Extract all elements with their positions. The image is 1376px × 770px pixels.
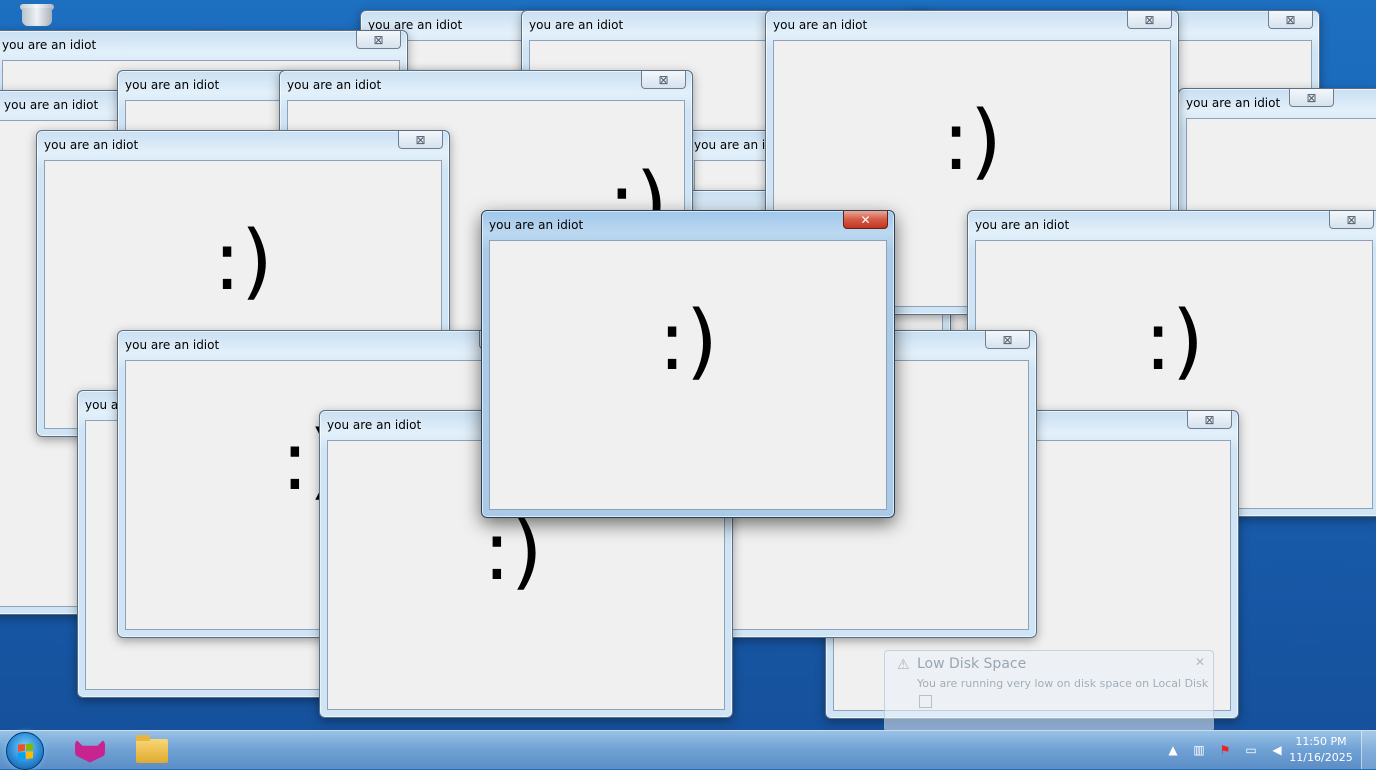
window-title: you are an idiot: [1186, 96, 1281, 110]
show-desktop-button[interactable]: [1361, 731, 1376, 769]
taskbar: ▲ ▥ ⚑ ▭ ◀ 11:50 PM 11/16/2025: [0, 730, 1376, 770]
warning-icon: ⚠: [897, 657, 910, 673]
folder-icon: [136, 734, 168, 763]
network-icon[interactable]: ▥: [1191, 742, 1207, 758]
close-icon[interactable]: ⊠: [356, 31, 401, 49]
close-icon[interactable]: ✕: [843, 211, 888, 229]
window-title: you are an idiot: [4, 98, 99, 112]
window-title: you are an idiot: [125, 78, 220, 92]
fox-app-icon: [75, 738, 105, 763]
smiley-face: :): [213, 214, 273, 309]
desktop: you are an idiot ⊠ you are an idiot ⊠ yo…: [0, 0, 1376, 730]
close-icon[interactable]: ⊠: [641, 71, 686, 89]
low-disk-notification[interactable]: ⚠ Low Disk Space ✕ You are running very …: [884, 650, 1214, 730]
window-title: you are an idiot: [975, 218, 1070, 232]
taskbar-app-fox[interactable]: [63, 734, 117, 767]
window-title: you are an idiot: [2, 38, 97, 52]
smiley-face: :): [942, 94, 1002, 189]
start-button[interactable]: [6, 732, 44, 770]
close-icon[interactable]: ⊠: [398, 131, 443, 149]
window-title: you are an idiot: [327, 418, 422, 432]
window-title: you are an idiot: [287, 78, 382, 92]
close-icon[interactable]: ⊠: [1289, 89, 1334, 107]
clock-date: 11/16/2025: [1289, 751, 1353, 764]
smiley-face: :): [658, 294, 718, 389]
window-client-area: :): [489, 240, 887, 510]
clock[interactable]: 11:50 PM 11/16/2025: [1286, 734, 1356, 766]
close-icon[interactable]: ✕: [1195, 655, 1205, 669]
close-icon[interactable]: ⊠: [1187, 411, 1232, 429]
checkbox[interactable]: [919, 695, 932, 708]
window-title: you are an idiot: [125, 338, 220, 352]
close-icon[interactable]: ⊠: [1329, 211, 1374, 229]
window-title: you are an idiot: [773, 18, 868, 32]
smiley-face: :): [483, 504, 543, 599]
recycle-bin-icon[interactable]: [18, 4, 56, 28]
window-title: you are an idiot: [44, 138, 139, 152]
volume-muted-icon[interactable]: ◀: [1269, 742, 1285, 758]
taskbar-app-explorer[interactable]: [125, 734, 179, 767]
idiot-window-active[interactable]: you are an idiot ✕ :): [481, 210, 895, 518]
display-icon[interactable]: ▭: [1243, 742, 1259, 758]
notification-text: You are running very low on disk space o…: [917, 677, 1209, 690]
clock-time: 11:50 PM: [1295, 735, 1347, 748]
close-icon[interactable]: ⊠: [1268, 11, 1313, 29]
window-title: you are an idiot: [489, 218, 584, 232]
window-title: you are an idiot: [529, 18, 624, 32]
notification-title: Low Disk Space: [917, 656, 1027, 672]
system-tray: ▲ ▥ ⚑ ▭ ◀: [1160, 731, 1290, 769]
action-center-flag-icon[interactable]: ⚑: [1217, 742, 1233, 758]
close-icon[interactable]: ⊠: [985, 331, 1030, 349]
close-icon[interactable]: ⊠: [1127, 11, 1172, 29]
show-hidden-icons-icon[interactable]: ▲: [1165, 742, 1181, 758]
windows-logo-icon: [17, 742, 33, 760]
